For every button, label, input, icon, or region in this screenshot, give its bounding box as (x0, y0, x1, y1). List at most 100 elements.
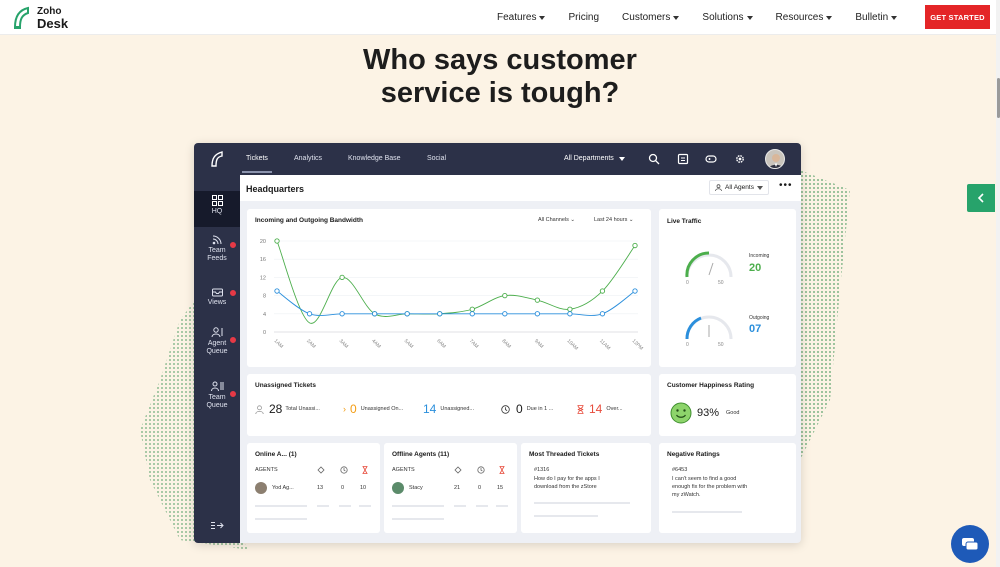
clock-icon (477, 466, 485, 474)
nav-customers[interactable]: Customers (622, 12, 680, 23)
agent-stat-2: 0 (341, 485, 345, 491)
nav-bulletin[interactable]: Bulletin (855, 12, 898, 23)
side-feedback-tab[interactable] (967, 184, 995, 212)
data-point (567, 311, 573, 317)
stat-value: 0 (350, 402, 357, 416)
ticket-text-line2: download from the zStore (534, 484, 597, 490)
nav-pricing-label: Pricing (568, 12, 600, 23)
nav-solutions[interactable]: Solutions (702, 12, 753, 23)
clock-icon (501, 404, 510, 414)
desk-app-logo-icon (211, 151, 223, 167)
rating-ticket-id[interactable]: #6453 (672, 467, 687, 473)
get-started-button[interactable]: GET STARTED (925, 5, 990, 29)
hourglass-icon (499, 466, 505, 474)
placeholder-line (534, 515, 598, 517)
sidebar-item-team-feeds[interactable]: Team Feeds (194, 235, 240, 263)
hourglass-icon (577, 404, 584, 414)
sidebar-item-agent-queue[interactable]: Agent Queue (194, 327, 240, 356)
tab-tickets[interactable]: Tickets (246, 155, 268, 162)
gamepad-icon[interactable] (705, 153, 717, 165)
unassigned-online[interactable]: › 0 Unassigned On... (343, 402, 403, 416)
data-point (339, 274, 345, 281)
tab-analytics[interactable]: Analytics (294, 155, 322, 162)
unassigned-overdue[interactable]: 14 Over... (577, 402, 623, 416)
most-threaded-card: Most Threaded Tickets #1316 How do I pay… (521, 443, 651, 533)
negative-ratings-title: Negative Ratings (667, 451, 720, 458)
agent-stat-3: 15 (497, 485, 504, 491)
bandwidth-line-chart: 0 4 8 12 16 20 1AM 2AM 3AM 4AM 5AM 6AM 7AM 8AM 9AM 10AM… (260, 238, 644, 352)
placeholder-line (339, 505, 351, 507)
unassigned-total[interactable]: 28 Total Unassi... (255, 402, 320, 416)
user-outline-icon (255, 404, 264, 414)
nav-resources-label: Resources (775, 12, 824, 23)
notification-badge (229, 289, 237, 297)
sidebar-item-hq[interactable]: HQ (194, 191, 240, 227)
data-point (567, 306, 573, 312)
brand-line2: Desk (37, 16, 69, 31)
gear-icon[interactable] (734, 153, 746, 165)
nav-pricing[interactable]: Pricing (568, 12, 599, 23)
unassigned-tickets-card: Unassigned Tickets 28 Total Unassi... › … (247, 374, 651, 436)
x-tick-label: 4AM (370, 338, 382, 350)
user-avatar[interactable] (765, 149, 785, 169)
data-point (274, 288, 280, 294)
ticket-id[interactable]: #1316 (534, 467, 549, 473)
most-threaded-title: Most Threaded Tickets (529, 451, 600, 458)
clock-icon (340, 466, 348, 474)
agent-filter-label: All Agents (725, 184, 754, 191)
sidebar-item-views[interactable]: Views (194, 287, 240, 307)
chevron-down-icon (746, 15, 753, 20)
placeholder-line (359, 505, 371, 507)
tab-knowledge-base[interactable]: Knowledge Base (348, 155, 401, 162)
outgoing-gauge-min: 0 (686, 342, 689, 348)
chat-button[interactable] (951, 525, 989, 563)
stat-label: Unassigned On... (360, 406, 404, 412)
expand-sidebar-icon[interactable] (210, 521, 224, 530)
search-icon[interactable] (648, 153, 660, 165)
unassigned-due[interactable]: 0 Due in 1 ... (501, 402, 553, 416)
incoming-value: 20 (749, 262, 762, 274)
sidebar-item-team-queue[interactable]: Team Queue (194, 381, 240, 410)
active-tab-indicator (242, 171, 272, 173)
y-tick-label: 16 (260, 257, 266, 263)
grid-icon (211, 195, 223, 206)
nav-resources[interactable]: Resources (776, 12, 833, 23)
user-photo-icon (768, 154, 784, 168)
agent-name[interactable]: Yod Ag... (272, 485, 294, 491)
nav-features-label: Features (497, 12, 537, 23)
team-queue-icon (210, 381, 223, 392)
chevron-down-icon (891, 15, 898, 20)
data-point (632, 288, 638, 294)
agent-filter-dropdown[interactable]: All Agents (709, 180, 769, 195)
incoming-label: Incoming (749, 253, 770, 259)
unassigned-title: Unassigned Tickets (255, 382, 316, 389)
unassigned-other[interactable]: 14 Unassigned... (423, 402, 474, 416)
more-options-icon[interactable]: ••• (779, 181, 793, 191)
nav-features[interactable]: Features (497, 12, 546, 23)
hourglass-icon (362, 466, 368, 474)
rating-text-line3: my zWatch. (672, 492, 701, 498)
happiness-card: Customer Happiness Rating 93% Good (659, 374, 796, 436)
zoho-desk-logo[interactable]: Zoho Desk (11, 5, 81, 31)
nav-customers-label: Customers (622, 12, 671, 23)
compose-icon[interactable] (677, 153, 689, 165)
live-traffic-card: Live Traffic 0 50 Incoming 20 0 50 Outgo… (659, 209, 796, 367)
data-point (339, 311, 345, 317)
data-point (469, 306, 475, 312)
y-tick-label: 20 (260, 239, 266, 245)
data-point (534, 297, 541, 303)
smiley-icon (670, 402, 692, 424)
sidebar-item-label: Team Queue (206, 394, 228, 409)
hero-heading: Who says customer service is tough? (300, 44, 700, 110)
nav-solutions-label: Solutions (702, 12, 744, 23)
tab-social[interactable]: Social (427, 155, 446, 162)
notification-badge (229, 390, 237, 398)
stat-value: 0 (516, 402, 523, 416)
agent-name[interactable]: Stacy (409, 485, 423, 491)
stat-value: 14 (423, 402, 437, 416)
department-selector[interactable]: All Departments (564, 155, 625, 162)
inbox-icon (211, 288, 223, 297)
x-tick-label: 12PM (631, 338, 644, 351)
chevron-right-icon: › (343, 404, 346, 414)
sidebar-item-label: Team Feeds (207, 247, 227, 262)
